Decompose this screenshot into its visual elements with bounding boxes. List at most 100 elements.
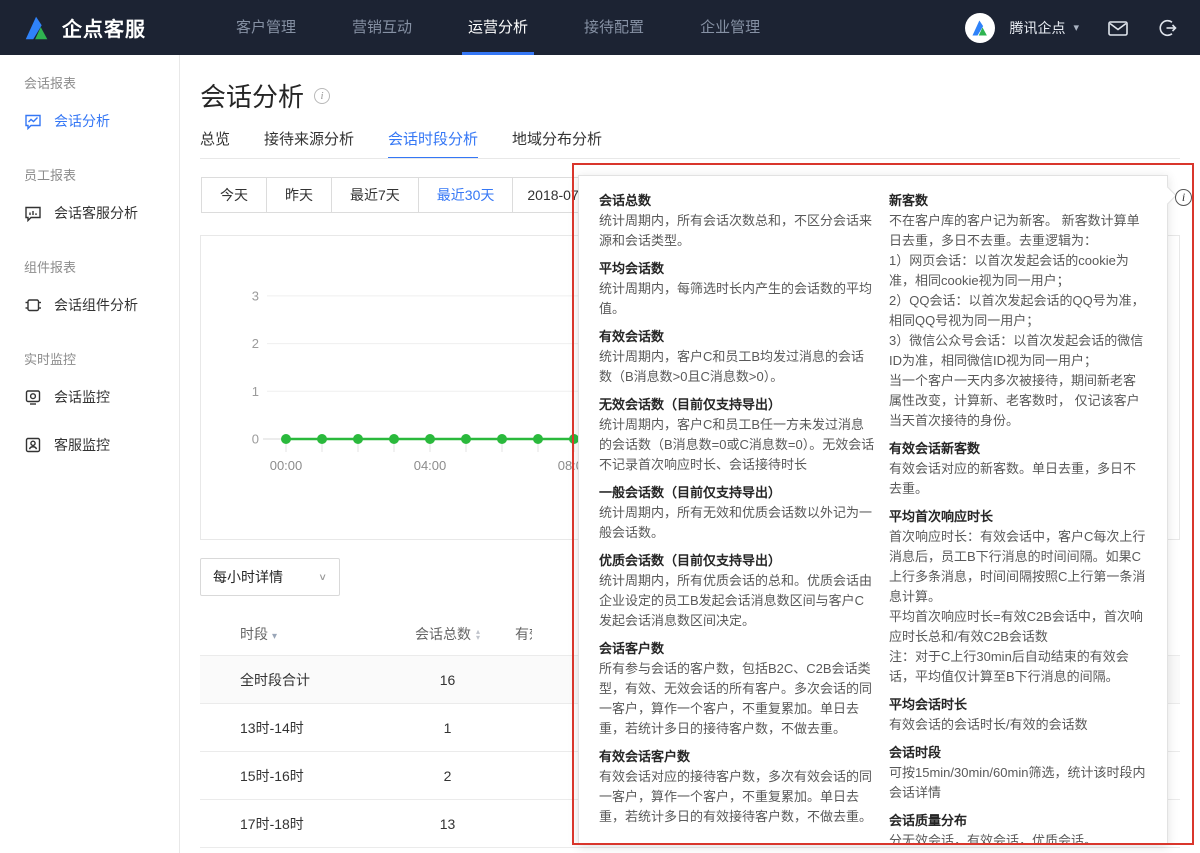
tip-term: 平均首次响应时长 bbox=[889, 507, 1147, 527]
cell-period: 17时-18时 bbox=[200, 814, 380, 834]
filter-yesterday[interactable]: 昨天 bbox=[267, 177, 332, 213]
sidebar-section-session-reports: 会话报表 会话分析 bbox=[0, 75, 179, 141]
user-name[interactable]: 腾讯企点 bbox=[1009, 18, 1065, 38]
col-header-period[interactable]: 时段▾ bbox=[200, 624, 380, 644]
qidian-logo-icon bbox=[22, 13, 52, 43]
cell-total: 1 bbox=[380, 720, 515, 736]
svg-text:04:00: 04:00 bbox=[414, 458, 447, 473]
cell-total: 2 bbox=[380, 768, 515, 784]
page-title: 会话分析 bbox=[200, 77, 304, 114]
svg-text:0: 0 bbox=[252, 432, 259, 447]
sidebar-item-label: 会话分析 bbox=[54, 111, 110, 131]
user-menu-caret-icon[interactable]: ▾ bbox=[1073, 21, 1079, 34]
tab-reception-source[interactable]: 接待来源分析 bbox=[264, 128, 354, 159]
logout-icon[interactable] bbox=[1157, 18, 1178, 38]
tooltip-right-column: 新客数不在客户库的客户记为新客。 新客数计算单日去重，多日不去重。去重逻辑为： … bbox=[889, 191, 1147, 834]
sidebar-item-agent-session-analysis[interactable]: 会话客服分析 bbox=[0, 193, 179, 233]
tip-desc: 统计周期内，客户C和员工B均发过消息的会话数（B消息数>0且C消息数>0）。 bbox=[599, 347, 875, 387]
tooltip-left-column: 会话总数统计周期内，所有会话次数总和，不区分会话来源和会话类型。 平均会话数统计… bbox=[599, 191, 875, 834]
filter-today[interactable]: 今天 bbox=[201, 177, 267, 213]
tab-region-distribution[interactable]: 地域分布分析 bbox=[512, 128, 602, 159]
metric-glossary-tooltip: 会话总数统计周期内，所有会话次数总和，不区分会话来源和会话类型。 平均会话数统计… bbox=[578, 175, 1168, 845]
tip-desc: 有效会话的会话时长/有效的会话数 bbox=[889, 715, 1147, 735]
sidebar-item-component-analysis[interactable]: 会话组件分析 bbox=[0, 285, 179, 325]
sidebar-item-label: 会话组件分析 bbox=[54, 295, 138, 315]
tip-term: 有效会话新客数 bbox=[889, 439, 1147, 459]
brand-name: 企点客服 bbox=[62, 13, 146, 42]
cell-period: 全时段合计 bbox=[200, 670, 380, 690]
tab-session-period[interactable]: 会话时段分析 bbox=[388, 128, 478, 159]
filter-last30days[interactable]: 最近30天 bbox=[419, 177, 514, 213]
avatar-logo-icon bbox=[970, 18, 990, 38]
tip-desc: 统计周期内，客户C和员工B任一方未发过消息的会话数（B消息数=0或C消息数=0）… bbox=[599, 415, 875, 475]
cell-total: 16 bbox=[380, 672, 515, 688]
table-next-row-sliver bbox=[200, 847, 1180, 853]
glossary-info-trigger[interactable]: i bbox=[1175, 188, 1192, 206]
sidebar-section-staff-reports: 员工报表 会话客服分析 bbox=[0, 167, 179, 233]
svg-text:1: 1 bbox=[252, 384, 259, 399]
tip-desc: 统计周期内，所有优质会话的总和。优质会话由企业设定的员工B发起会话消息数区间与客… bbox=[599, 571, 875, 631]
granularity-dropdown-value: 每小时详情 bbox=[213, 567, 283, 587]
tip-desc: 所有参与会话的客户数，包括B2C、C2B会话类型，有效、无效会话的所有客户。多次… bbox=[599, 659, 875, 739]
sort-caret-down-icon[interactable]: ▾ bbox=[272, 631, 277, 642]
tab-overview[interactable]: 总览 bbox=[200, 128, 230, 159]
sidebar-item-agent-monitor[interactable]: 客服监控 bbox=[0, 425, 179, 465]
tip-desc: 有效会话对应的新客数。单日去重，多日不去重。 bbox=[889, 459, 1147, 499]
tip-term: 一般会话数（目前仅支持导出） bbox=[599, 483, 875, 503]
tip-term: 新客数 bbox=[889, 191, 1147, 211]
sidebar-section-component-reports: 组件报表 会话组件分析 bbox=[0, 259, 179, 325]
nav-item-customer[interactable]: 客户管理 bbox=[218, 0, 314, 55]
tip-desc: 首次响应时长：有效会话中，客户C每次上行消息后，员工B下行消息的时间间隔。如果C… bbox=[889, 527, 1147, 687]
tip-desc: 统计周期内，所有无效和优质会话数以外记为一般会话数。 bbox=[599, 503, 875, 543]
nav-item-analysis[interactable]: 运营分析 bbox=[450, 0, 546, 55]
svg-text:00:00: 00:00 bbox=[270, 458, 303, 473]
sidebar-item-session-monitor[interactable]: 会话监控 bbox=[0, 377, 179, 417]
tip-desc: 统计周期内，所有会话次数总和，不区分会话来源和会话类型。 bbox=[599, 211, 875, 251]
col-header-total[interactable]: 会话总数▴▾ bbox=[380, 624, 515, 644]
cell-total: 13 bbox=[380, 816, 515, 832]
sidebar-item-label: 客服监控 bbox=[54, 435, 110, 455]
nav-item-enterprise[interactable]: 企业管理 bbox=[682, 0, 778, 55]
svg-text:2: 2 bbox=[252, 336, 259, 351]
tip-term: 会话质量分布 bbox=[889, 811, 1147, 831]
page-title-info-icon[interactable]: i bbox=[314, 88, 330, 104]
chat-trend-icon bbox=[24, 112, 42, 130]
sort-both-icon[interactable]: ▴▾ bbox=[476, 629, 480, 641]
sidebar: 会话报表 会话分析 员工报表 会话客服分析 bbox=[0, 55, 180, 853]
tip-term: 有效会话客户数 bbox=[599, 747, 875, 767]
tip-desc: 可按15min/30min/60min筛选，统计该时段内会话详情 bbox=[889, 763, 1147, 803]
user-avatar[interactable] bbox=[965, 13, 995, 43]
tip-desc: 不在客户库的客户记为新客。 新客数计算单日去重，多日不去重。去重逻辑为： 1）网… bbox=[889, 211, 1147, 431]
app-root: 企点客服 客户管理 营销互动 运营分析 接待配置 企业管理 腾讯企点 ▾ bbox=[0, 0, 1200, 853]
component-icon bbox=[24, 296, 42, 314]
tip-desc: 分无效会话，有效会话，优质会话。 bbox=[889, 831, 1147, 845]
tip-term: 无效会话数（目前仅支持导出） bbox=[599, 395, 875, 415]
tip-term: 平均会话数 bbox=[599, 259, 875, 279]
primary-nav: 客户管理 营销互动 运营分析 接待配置 企业管理 bbox=[208, 0, 788, 55]
sidebar-section-title: 会话报表 bbox=[0, 75, 179, 93]
tip-desc: 有效会话对应的接待客户数，多次有效会话的同一客户，算作一个客户，不重复累加。单日… bbox=[599, 767, 875, 827]
tip-term: 有效会话数 bbox=[599, 327, 875, 347]
mail-icon[interactable] bbox=[1107, 18, 1129, 38]
nav-item-marketing[interactable]: 营销互动 bbox=[334, 0, 430, 55]
filter-last7days[interactable]: 最近7天 bbox=[332, 177, 419, 213]
sidebar-section-title: 员工报表 bbox=[0, 167, 179, 185]
tip-term: 会话客户数 bbox=[599, 639, 875, 659]
navbar-right: 腾讯企点 ▾ bbox=[965, 0, 1178, 55]
tabs-divider bbox=[200, 158, 1180, 159]
chat-bars-icon bbox=[24, 204, 42, 222]
nav-item-reception[interactable]: 接待配置 bbox=[566, 0, 662, 55]
monitor-icon bbox=[24, 388, 42, 406]
info-icon: i bbox=[1175, 189, 1192, 206]
tip-term: 优质会话数（目前仅支持导出） bbox=[599, 551, 875, 571]
sidebar-item-label: 会话客服分析 bbox=[54, 203, 138, 223]
tip-desc: 统计周期内，每筛选时长内产生的会话数的平均值。 bbox=[599, 279, 875, 319]
cell-period: 13时-14时 bbox=[200, 718, 380, 738]
tip-term: 会话时段 bbox=[889, 743, 1147, 763]
granularity-dropdown[interactable]: 每小时详情 ∨ bbox=[200, 558, 340, 596]
chevron-down-icon: ∨ bbox=[318, 571, 327, 582]
sidebar-section-title: 实时监控 bbox=[0, 351, 179, 369]
page-head: 会话分析 i bbox=[200, 77, 330, 114]
sidebar-item-session-analysis[interactable]: 会话分析 bbox=[0, 101, 179, 141]
brand[interactable]: 企点客服 bbox=[0, 13, 146, 43]
